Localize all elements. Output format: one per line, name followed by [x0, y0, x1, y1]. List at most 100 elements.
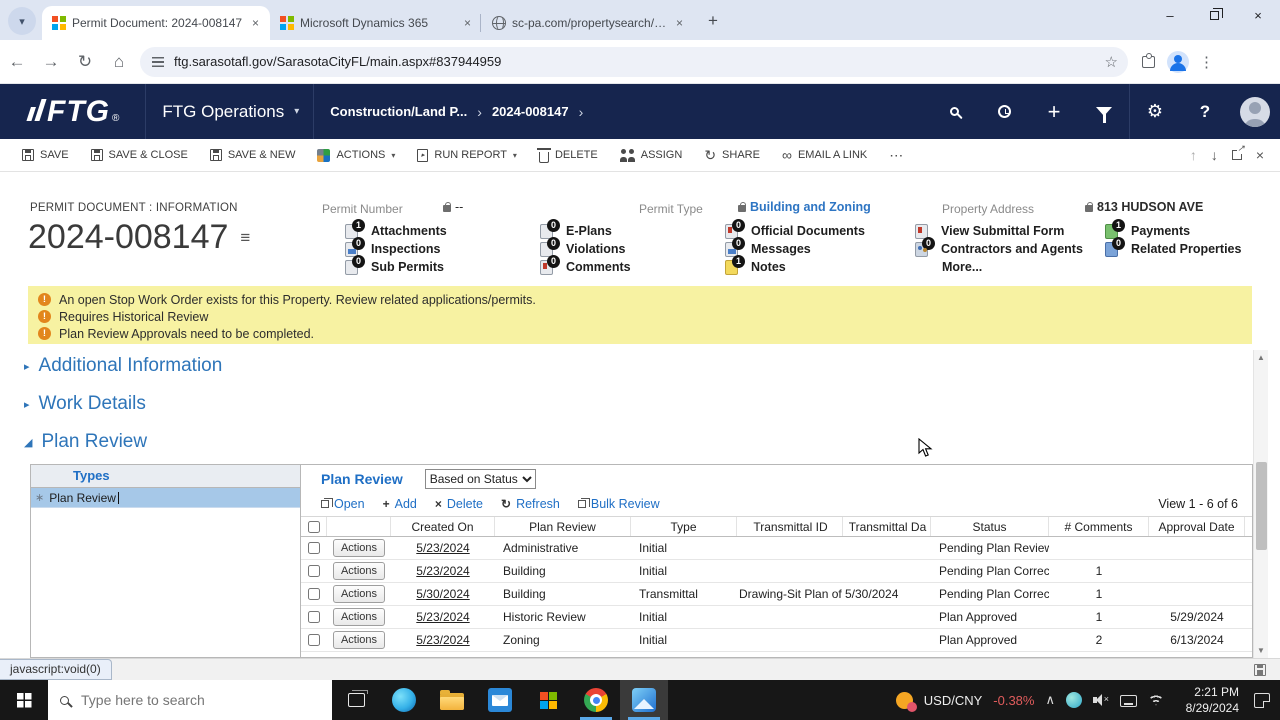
run-report-button[interactable]: ▸ RUN REPORT ▾: [417, 148, 517, 162]
section-work-details[interactable]: ▸ Work Details: [24, 390, 146, 418]
page-scrollbar[interactable]: ▲ ▼: [1253, 350, 1268, 658]
table-row[interactable]: Actions 5/23/2024 Historic Review Initia…: [301, 606, 1252, 629]
created-on-link[interactable]: 5/23/2024: [416, 564, 469, 578]
assign-button[interactable]: ASSIGN: [619, 148, 682, 162]
tab-close-icon[interactable]: ×: [673, 16, 686, 30]
more-link[interactable]: More...: [915, 260, 1083, 274]
wifi-icon[interactable]: [1148, 694, 1164, 706]
table-row[interactable]: Actions 5/30/2024 Building Transmittal D…: [301, 583, 1252, 606]
task-view-button[interactable]: [332, 680, 380, 720]
taskbar-store[interactable]: [524, 680, 572, 720]
url-input[interactable]: ftg.sarasotafl.gov/SarasotaCityFL/main.a…: [140, 46, 1128, 77]
new-tab-button[interactable]: +: [700, 8, 726, 34]
help-icon[interactable]: ?: [1180, 84, 1230, 139]
search-icon[interactable]: [929, 84, 979, 139]
bookmark-star-icon[interactable]: ☆: [1105, 53, 1118, 71]
created-on-link[interactable]: 5/23/2024: [416, 541, 469, 555]
browser-tab-propertysearch[interactable]: sc-pa.com/propertysearch/par ×: [480, 6, 694, 40]
close-button[interactable]: ×: [1236, 0, 1280, 30]
table-row[interactable]: Actions 5/23/2024 Zoning Initial Plan Ap…: [301, 629, 1252, 652]
select-all-checkbox[interactable]: [307, 520, 320, 533]
ticker-pair[interactable]: USD/CNY: [924, 693, 983, 708]
field-value-permit-type[interactable]: Building and Zoning: [738, 200, 871, 214]
tab-search-button[interactable]: ▾: [8, 7, 36, 35]
row-checkbox[interactable]: [308, 611, 320, 623]
ticker-change[interactable]: -0.38%: [993, 693, 1034, 708]
more-commands-button[interactable]: ⋯: [889, 148, 903, 162]
badge-attachments[interactable]: 1 Attachments: [345, 218, 447, 239]
row-actions-button[interactable]: Actions: [333, 631, 385, 649]
table-row[interactable]: Actions 5/23/2024 Building Initial Pendi…: [301, 560, 1252, 583]
tab-close-icon[interactable]: ×: [249, 16, 262, 30]
scroll-up-icon[interactable]: ▲: [1254, 350, 1268, 365]
tab-close-icon[interactable]: ×: [461, 16, 474, 30]
share-button[interactable]: ↻ SHARE: [704, 148, 760, 162]
settings-gear-icon[interactable]: ⚙: [1130, 84, 1180, 139]
refresh-icon[interactable]: ↻: [68, 52, 102, 72]
close-form-icon[interactable]: ×: [1256, 147, 1264, 163]
next-record-icon[interactable]: ↓: [1211, 147, 1218, 163]
badge-inspections[interactable]: 0 Inspections: [345, 236, 447, 257]
taskbar-edge[interactable]: [380, 680, 428, 720]
browser-tab-permit[interactable]: Permit Document: 2024-008147 ×: [42, 6, 270, 40]
hidden-icons-chevron[interactable]: ∧: [1045, 692, 1055, 708]
save-and-new-button[interactable]: SAVE & NEW: [209, 149, 295, 161]
created-on-link[interactable]: 5/23/2024: [416, 610, 469, 624]
network-globe-icon[interactable]: [1066, 692, 1082, 708]
refresh-link[interactable]: ↻ Refresh: [501, 497, 560, 511]
taskbar-file-explorer[interactable]: [428, 680, 476, 720]
save-button[interactable]: SAVE: [22, 149, 69, 161]
badge-sub-permits[interactable]: 0 Sub Permits: [345, 254, 447, 275]
restore-button[interactable]: [1192, 0, 1236, 30]
forward-icon[interactable]: →: [34, 52, 68, 72]
browser-menu-icon[interactable]: ⋮: [1199, 53, 1214, 71]
previous-record-icon[interactable]: ↑: [1190, 147, 1197, 163]
bulk-review-link[interactable]: Bulk Review: [577, 497, 660, 511]
table-row[interactable]: Actions 5/23/2024 Administrative Initial…: [301, 537, 1252, 560]
open-link[interactable]: Open: [321, 497, 365, 511]
volume-muted-icon[interactable]: ×: [1093, 693, 1109, 707]
start-button[interactable]: [0, 680, 48, 720]
browser-tab-dynamics[interactable]: Microsoft Dynamics 365 ×: [270, 6, 482, 40]
delete-link[interactable]: × Delete: [435, 497, 483, 511]
row-checkbox[interactable]: [308, 542, 320, 554]
row-checkbox[interactable]: [308, 565, 320, 577]
actions-menu-button[interactable]: ACTIONS ▾: [317, 148, 395, 162]
row-actions-button[interactable]: Actions: [333, 608, 385, 626]
row-actions-button[interactable]: Actions: [333, 562, 385, 580]
badge-comments[interactable]: 0 Comments: [540, 254, 631, 275]
back-icon[interactable]: ←: [0, 52, 34, 72]
app-switcher[interactable]: FTG Operations ▾: [146, 102, 313, 122]
taskbar-clock[interactable]: 2:21 PM 8/29/2024: [1175, 684, 1239, 716]
breadcrumb-item-record[interactable]: 2024-008147: [492, 104, 569, 119]
taskbar-chrome[interactable]: [572, 680, 620, 720]
badge-violations[interactable]: 0 Violations: [540, 236, 631, 257]
badge-payments[interactable]: 1 Payments: [1105, 218, 1241, 239]
taskbar-photos[interactable]: [620, 680, 668, 720]
scrollbar-thumb[interactable]: [1256, 462, 1267, 550]
weather-widget-icon[interactable]: [895, 691, 917, 712]
created-on-link[interactable]: 5/30/2024: [416, 587, 469, 601]
popout-icon[interactable]: [1231, 143, 1245, 160]
recent-history-icon[interactable]: [979, 84, 1029, 139]
extensions-icon[interactable]: [1142, 52, 1155, 68]
form-selector-icon[interactable]: ≡: [240, 228, 250, 248]
created-on-link[interactable]: 5/23/2024: [416, 633, 469, 647]
badge-e-plans[interactable]: 0 E-Plans: [540, 218, 631, 239]
badge-contractors-agents[interactable]: 0 Contractors and Agents: [915, 236, 1083, 257]
view-submittal-form-link[interactable]: View Submittal Form: [915, 223, 1083, 239]
status-filter-select[interactable]: Based on Status: [424, 468, 536, 489]
action-center-icon[interactable]: [1254, 692, 1270, 708]
row-actions-button[interactable]: Actions: [333, 539, 385, 557]
taskbar-mail[interactable]: [476, 680, 524, 720]
breadcrumb-item-entity[interactable]: Construction/Land P...: [330, 104, 467, 119]
browser-profile-icon[interactable]: [1167, 50, 1189, 73]
row-checkbox[interactable]: [308, 634, 320, 646]
home-icon[interactable]: ⌂: [102, 52, 136, 72]
user-avatar[interactable]: [1230, 84, 1280, 139]
taskbar-search[interactable]: [48, 680, 332, 720]
delete-button[interactable]: DELETE: [536, 148, 598, 163]
scroll-down-icon[interactable]: ▼: [1254, 643, 1268, 658]
section-additional-information[interactable]: ▸ Additional Information: [24, 352, 222, 380]
row-checkbox[interactable]: [308, 588, 320, 600]
